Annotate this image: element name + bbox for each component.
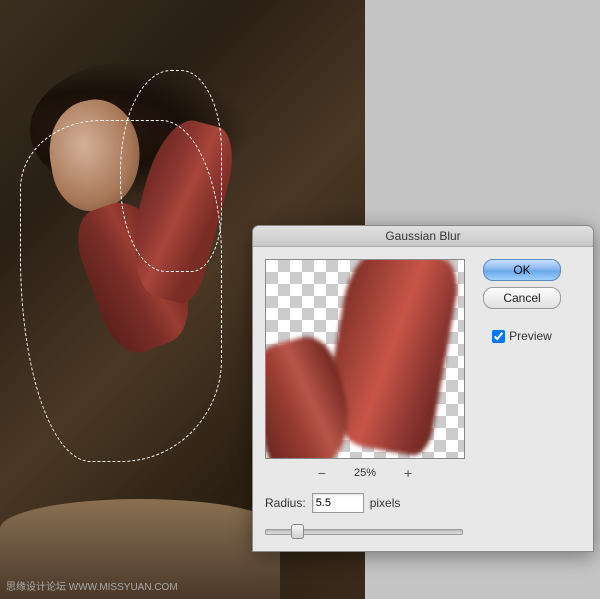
filter-preview-area[interactable] (265, 259, 465, 459)
gaussian-blur-dialog: Gaussian Blur − 25% + OK Cancel Preview … (252, 225, 594, 552)
zoom-in-button[interactable]: + (404, 465, 412, 481)
dialog-title: Gaussian Blur (253, 226, 593, 247)
zoom-out-button[interactable]: − (318, 465, 326, 481)
zoom-level-label: 25% (354, 467, 376, 479)
radius-label: Radius: (265, 496, 306, 510)
preview-checkbox-row[interactable]: Preview (492, 329, 552, 343)
radius-slider[interactable] (265, 523, 463, 537)
cancel-button[interactable]: Cancel (483, 287, 561, 309)
preview-checkbox-label: Preview (509, 329, 552, 343)
ok-button[interactable]: OK (483, 259, 561, 281)
radius-input[interactable] (312, 493, 364, 513)
watermark-text: 思缘设计论坛 WWW.MISSYUAN.COM (6, 578, 178, 593)
preview-checkbox[interactable] (492, 330, 505, 343)
slider-thumb[interactable] (291, 524, 304, 539)
radius-unit-label: pixels (370, 496, 401, 510)
